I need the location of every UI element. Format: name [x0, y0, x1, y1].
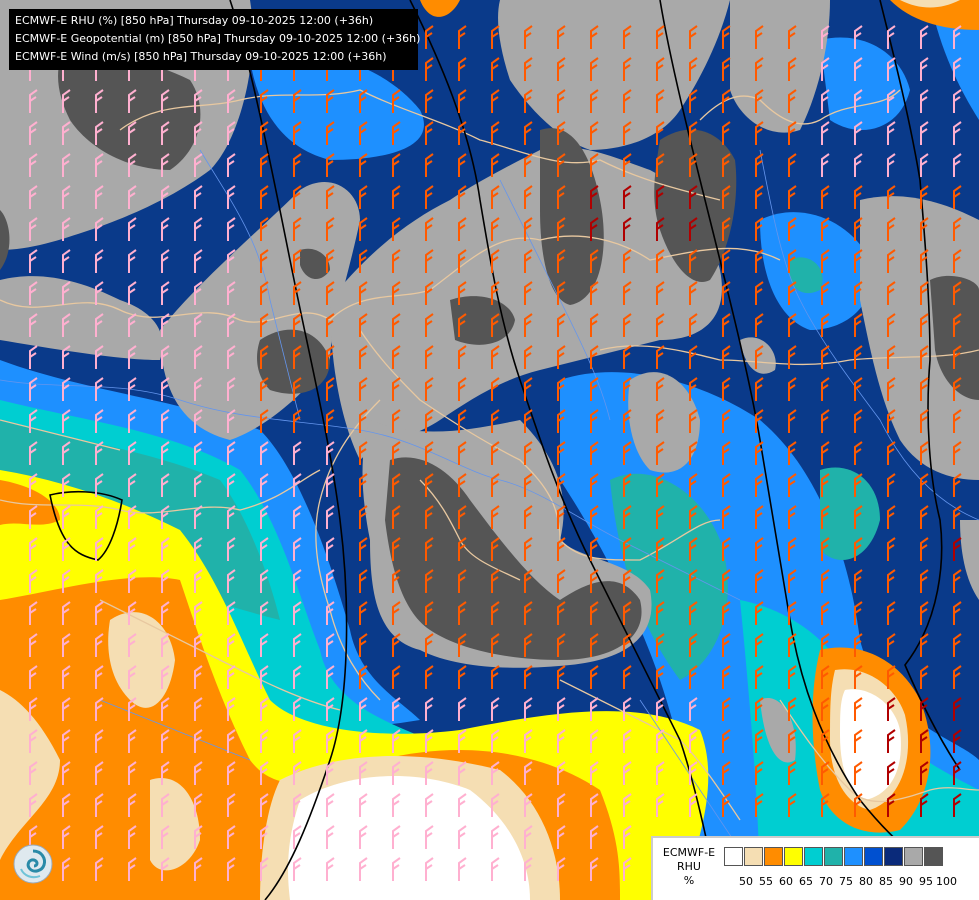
- legend-swatch-60: [764, 847, 783, 866]
- legend-tick: 100: [936, 875, 957, 888]
- legend-tick: 60: [779, 875, 793, 888]
- legend-swatch-80: [844, 847, 863, 866]
- legend-swatch-95: [904, 847, 923, 866]
- legend-tick: 70: [819, 875, 833, 888]
- legend-tick: 50: [739, 875, 753, 888]
- legend-tick: 80: [859, 875, 873, 888]
- legend-ticks: 50 55 60 65 70 75 80 85 90 95 100: [736, 875, 957, 888]
- map-title-box: ECMWF-E RHU (%) [850 hPa] Thursday 09-10…: [9, 9, 421, 70]
- ecmwf-logo-icon: [12, 843, 54, 885]
- legend-title-variable: RHU: [677, 860, 701, 873]
- rhu-legend: ECMWF-E RHU % 50 55 60 65 70 75 80 85 90…: [651, 836, 979, 900]
- title-wind: ECMWF-E Wind (m/s) [850 hPa] Thursday 09…: [15, 50, 387, 63]
- legend-tick: 95: [919, 875, 933, 888]
- legend-tick: 65: [799, 875, 813, 888]
- legend-tick: 75: [839, 875, 853, 888]
- legend-swatch-50: [724, 847, 743, 866]
- title-geopotential: ECMWF-E Geopotential (m) [850 hPa] Thurs…: [15, 32, 421, 45]
- legend-swatches: [724, 847, 944, 866]
- legend-swatch-90: [884, 847, 903, 866]
- legend-swatch-55: [744, 847, 763, 866]
- legend-title: ECMWF-E RHU %: [657, 846, 721, 888]
- weather-map: [0, 0, 979, 900]
- legend-swatch-85: [864, 847, 883, 866]
- legend-tick: 85: [879, 875, 893, 888]
- legend-swatch-70: [804, 847, 823, 866]
- legend-title-unit: %: [683, 874, 695, 887]
- legend-tick: 90: [899, 875, 913, 888]
- legend-swatch-65: [784, 847, 803, 866]
- legend-tick: 55: [759, 875, 773, 888]
- legend-swatch-75: [824, 847, 843, 866]
- legend-swatch-100: [924, 847, 943, 866]
- legend-title-model: ECMWF-E: [662, 846, 716, 859]
- title-rhu: ECMWF-E RHU (%) [850 hPa] Thursday 09-10…: [15, 14, 374, 27]
